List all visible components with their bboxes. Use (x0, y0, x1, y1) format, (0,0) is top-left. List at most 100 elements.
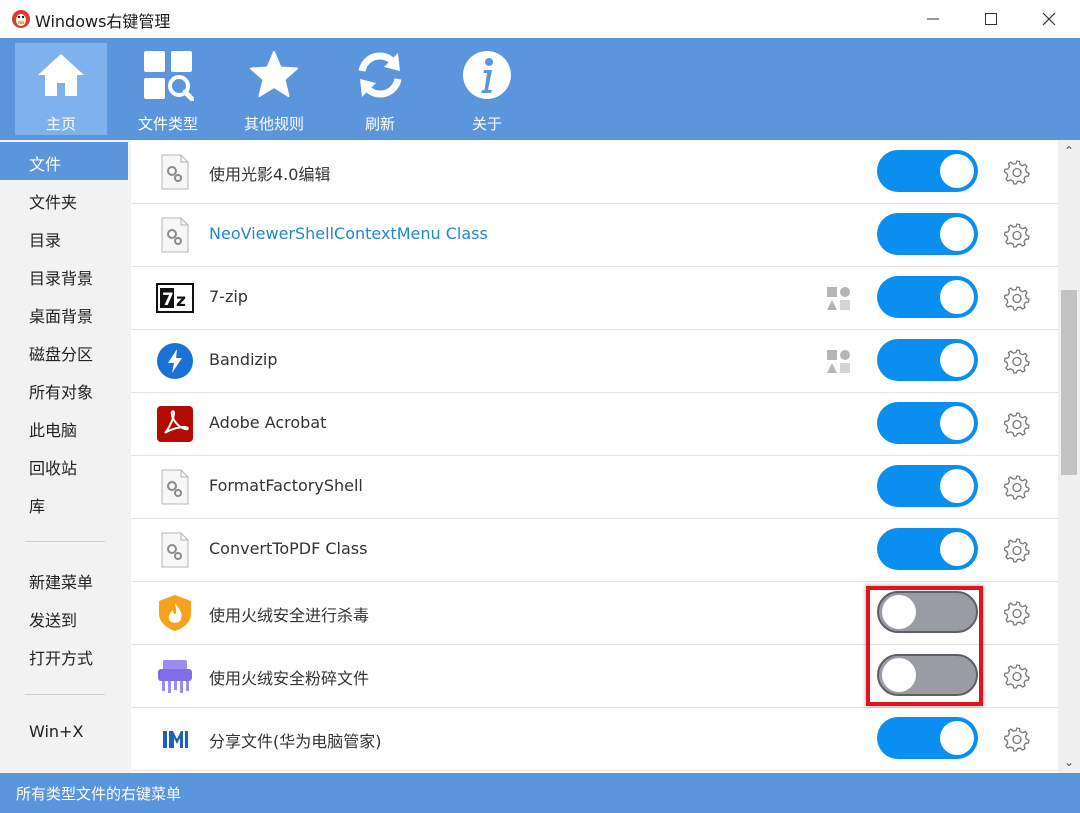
info-icon (461, 49, 513, 101)
sidebar-item-win-x[interactable]: Win+X (0, 713, 128, 751)
toolbar-file-types-label: 文件类型 (137, 115, 198, 133)
adobe-acrobat-icon (156, 405, 194, 443)
sidebar-item-recycle-bin[interactable]: 回收站 (0, 446, 128, 484)
list-item: 使用光影4.0编辑 (131, 140, 1058, 204)
main-toolbar: 主页 文件类型 其他规则 刷新 关于 (0, 38, 1080, 140)
entry-toggle[interactable] (877, 402, 978, 444)
toolbar-about-label: 关于 (471, 115, 502, 133)
gear-icon[interactable] (1003, 474, 1030, 500)
gear-icon[interactable] (1003, 726, 1030, 752)
entry-toggle[interactable] (877, 213, 978, 255)
sidebar-item-label: 目录背景 (29, 269, 94, 288)
window-title: Windows右键管理 (35, 12, 171, 31)
toolbar-home-button[interactable]: 主页 (15, 43, 107, 135)
gear-icon[interactable] (1003, 159, 1030, 185)
entry-label: Adobe Acrobat (209, 413, 327, 432)
toggle-knob (940, 469, 974, 503)
entry-toggle[interactable] (877, 528, 978, 570)
refresh-icon (354, 49, 406, 101)
entry-toggle[interactable] (877, 717, 978, 759)
toggle-knob (940, 721, 974, 755)
toggle-knob (940, 217, 974, 251)
sidebar-item-desktop-background[interactable]: 桌面背景 (0, 294, 128, 332)
sidebar-item-drive[interactable]: 磁盘分区 (0, 332, 128, 370)
list-item: Bandizip (131, 329, 1058, 393)
7zip-icon: 7z (156, 279, 194, 317)
generic-shell-icon (156, 216, 194, 254)
title-bar: Windows右键管理 (0, 0, 1080, 38)
toolbar-about-button[interactable]: 关于 (441, 43, 533, 135)
svg-text:z: z (176, 291, 186, 311)
shredder-icon (156, 657, 194, 695)
sidebar-item-label: 所有对象 (29, 383, 94, 402)
star-icon (248, 49, 300, 101)
scroll-up-icon[interactable]: ⌃ (1058, 140, 1080, 162)
sidebar-item-directory-background[interactable]: 目录背景 (0, 256, 128, 294)
toolbar-home-label: 主页 (45, 115, 76, 133)
gear-icon[interactable] (1003, 348, 1030, 374)
huorong-shield-icon (156, 594, 194, 632)
entry-label: Bandizip (209, 350, 278, 369)
sidebar-item-file[interactable]: 文件 (0, 142, 128, 180)
gear-icon[interactable] (1003, 285, 1030, 311)
toolbar-other-rules-button[interactable]: 其他规则 (228, 43, 320, 135)
shapes-icon[interactable] (826, 286, 852, 312)
gear-icon[interactable] (1003, 537, 1030, 563)
toolbar-file-types-button[interactable]: 文件类型 (122, 43, 214, 135)
list-item: ConvertToPDF Class (131, 518, 1058, 582)
sidebar-item-open-with[interactable]: 打开方式 (0, 636, 128, 674)
close-button[interactable] (1020, 0, 1078, 38)
home-icon (35, 49, 87, 101)
sidebar-item-all-objects[interactable]: 所有对象 (0, 370, 128, 408)
vertical-scrollbar[interactable]: ⌃ ⌄ (1058, 140, 1080, 773)
minimize-icon (927, 18, 939, 20)
maximize-button[interactable] (962, 0, 1020, 38)
status-text: 所有类型文件的右键菜单 (16, 785, 182, 803)
sidebar-item-this-pc[interactable]: 此电脑 (0, 408, 128, 446)
scrollbar-thumb[interactable] (1061, 290, 1077, 475)
generic-shell-icon (156, 468, 194, 506)
sidebar-item-label: 文件夹 (29, 193, 78, 212)
status-bar: 所有类型文件的右键菜单 (0, 773, 1080, 813)
sidebar-item-label: 回收站 (29, 459, 78, 478)
entry-label: 使用火绒安全粉碎文件 (209, 669, 370, 688)
entry-toggle[interactable] (877, 465, 978, 507)
file-type-search-icon (142, 49, 194, 101)
entry-label: FormatFactoryShell (209, 476, 363, 495)
category-sidebar: 文件 文件夹 目录 目录背景 桌面背景 磁盘分区 所有对象 此电脑 回收站 库 … (0, 140, 131, 773)
entry-toggle[interactable] (877, 276, 978, 318)
list-item: 7z 7-zip (131, 266, 1058, 330)
gear-icon[interactable] (1003, 411, 1030, 437)
sidebar-item-new-menu[interactable]: 新建菜单 (0, 560, 128, 598)
minimize-button[interactable] (904, 0, 962, 38)
sidebar-item-directory[interactable]: 目录 (0, 218, 128, 256)
sidebar-item-library[interactable]: 库 (0, 484, 128, 522)
sidebar-item-send-to[interactable]: 发送到 (0, 598, 128, 636)
entry-toggle[interactable] (877, 339, 978, 381)
sidebar-item-label: 库 (29, 497, 46, 516)
huawei-share-icon (156, 720, 194, 758)
gear-icon[interactable] (1003, 663, 1030, 689)
entry-label: 使用光影4.0编辑 (209, 165, 331, 184)
sidebar-item-folder[interactable]: 文件夹 (0, 180, 128, 218)
maximize-icon (985, 13, 997, 25)
entry-toggle[interactable] (877, 150, 978, 192)
highlight-box (866, 586, 983, 706)
toolbar-refresh-button[interactable]: 刷新 (334, 43, 426, 135)
toolbar-refresh-label: 刷新 (364, 115, 395, 133)
sidebar-item-label: Win+X (29, 722, 84, 741)
list-item: NeoViewerShellContextMenu Class (131, 203, 1058, 267)
entry-label: 分享文件(华为电脑管家) (209, 732, 382, 751)
toolbar-other-rules-label: 其他规则 (243, 115, 304, 133)
sidebar-item-label: 打开方式 (29, 649, 94, 668)
sidebar-item-label: 发送到 (29, 611, 78, 630)
close-icon (1042, 12, 1056, 26)
shapes-icon[interactable] (826, 349, 852, 375)
sidebar-item-label: 桌面背景 (29, 307, 94, 326)
generic-shell-icon (156, 153, 194, 191)
gear-icon[interactable] (1003, 222, 1030, 248)
scroll-down-icon[interactable]: ⌄ (1058, 751, 1080, 773)
gear-icon[interactable] (1003, 600, 1030, 626)
app-logo-icon (11, 9, 31, 29)
sidebar-divider (25, 541, 105, 542)
